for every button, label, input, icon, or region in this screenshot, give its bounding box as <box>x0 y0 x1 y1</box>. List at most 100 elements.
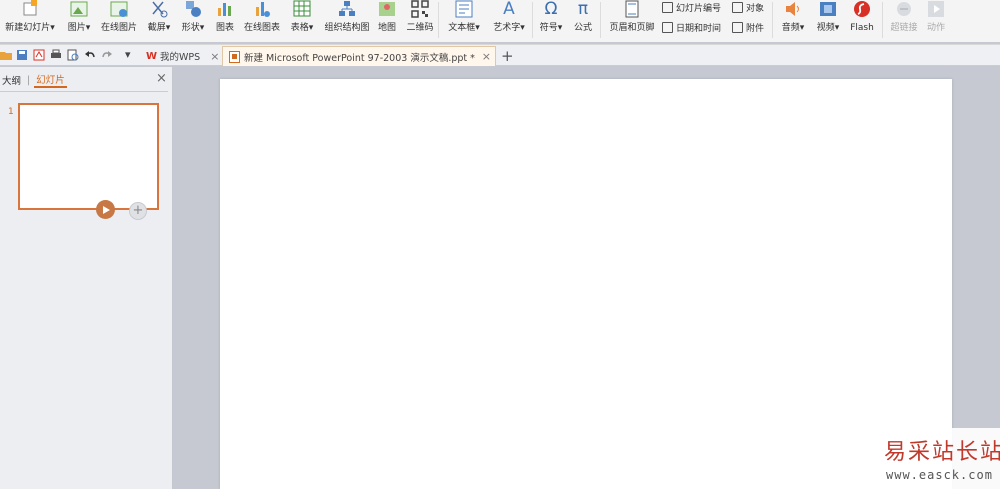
quick-access-menu-icon[interactable]: ▾ <box>125 48 131 61</box>
slide-thumbnail[interactable] <box>18 103 159 210</box>
add-slide-button[interactable]: + <box>129 202 147 220</box>
object-icon <box>732 1 743 13</box>
date-time-button[interactable]: 日期和时间 <box>662 20 721 34</box>
close-icon[interactable]: × <box>210 50 219 63</box>
header-footer-button[interactable]: 页眉和页脚 <box>607 0 657 42</box>
print-icon[interactable] <box>50 49 62 61</box>
tab-presentation[interactable]: 新建 Microsoft PowerPoint 97-2003 演示文稿.ppt… <box>222 46 496 66</box>
video-button[interactable]: 视频▾ <box>813 0 843 42</box>
ribbon-separator <box>438 2 439 38</box>
shapes-label: 形状 <box>181 23 200 33</box>
header-footer-icon <box>625 0 639 18</box>
picture-label: 图片 <box>67 23 86 33</box>
video-icon <box>820 2 836 16</box>
online-chart-button[interactable]: 在线图表 <box>241 0 283 42</box>
close-icon[interactable]: × <box>156 71 167 86</box>
dropdown-caret-icon: ▾ <box>165 23 171 33</box>
hyperlink-icon <box>897 2 911 16</box>
close-icon[interactable]: × <box>482 50 491 63</box>
table-icon <box>293 0 311 17</box>
flash-label: Flash <box>850 23 874 33</box>
object-button[interactable]: 对象 <box>732 0 764 14</box>
slide-canvas[interactable] <box>220 79 952 489</box>
ribbon-separator <box>600 2 601 38</box>
picture-button[interactable]: 图片▾ <box>64 0 94 42</box>
date-time-label: 日期和时间 <box>676 23 722 34</box>
header-footer-label: 页眉和页脚 <box>609 23 655 33</box>
formula-button[interactable]: π 公式 <box>570 0 596 42</box>
open-folder-icon[interactable] <box>0 49 12 61</box>
play-icon[interactable] <box>96 200 115 219</box>
word-art-icon: A <box>503 0 515 19</box>
slide-number-icon <box>662 1 673 13</box>
slide-number-button[interactable]: 幻灯片编号 <box>662 0 721 14</box>
org-chart-label: 组织结构图 <box>324 23 370 33</box>
symbol-label: 符号 <box>539 23 558 33</box>
tab-outline[interactable]: 大纲 <box>0 73 23 87</box>
omega-icon: Ω <box>544 0 558 19</box>
qr-code-button[interactable]: 二维码 <box>404 0 436 42</box>
pi-icon: π <box>577 0 589 19</box>
undo-icon[interactable] <box>84 49 96 61</box>
screenshot-icon <box>152 1 168 18</box>
ribbon-separator <box>532 2 533 38</box>
hyperlink-label: 超链接 <box>890 23 918 33</box>
ribbon-separator <box>772 2 773 38</box>
screenshot-label: 截屏 <box>147 23 166 33</box>
flash-button[interactable]: Flash <box>848 0 876 42</box>
tab-my-wps[interactable]: W 我的WPS × <box>140 46 225 66</box>
watermark-text: 易采站长站 <box>884 440 1000 465</box>
wps-logo-icon: W <box>146 50 158 62</box>
chart-button[interactable]: 图表 <box>214 0 236 42</box>
attachment-icon <box>732 21 743 33</box>
new-slide-button[interactable]: 新建幻灯片▾ <box>2 0 58 42</box>
object-label: 对象 <box>746 3 765 14</box>
new-slide-label: 新建幻灯片 <box>5 23 51 33</box>
qr-code-label: 二维码 <box>406 23 434 33</box>
org-chart-button[interactable]: 组织结构图 <box>322 0 372 42</box>
tab-slides[interactable]: 幻灯片 <box>34 72 67 88</box>
org-chart-icon <box>339 1 355 16</box>
dropdown-caret-icon: ▾ <box>834 23 840 33</box>
hyperlink-button[interactable]: 超链接 <box>888 0 920 42</box>
dropdown-caret-icon: ▾ <box>308 23 314 33</box>
attachment-button[interactable]: 附件 <box>732 20 764 34</box>
text-box-button[interactable]: 文本框▾ <box>444 0 484 42</box>
qr-code-icon <box>411 0 429 18</box>
pane-tab-divider: | <box>27 74 31 86</box>
table-button[interactable]: 表格▾ <box>287 0 317 42</box>
ribbon-separator <box>882 2 883 38</box>
online-picture-button[interactable]: 在线图片 <box>98 0 140 42</box>
new-tab-button[interactable]: + <box>501 47 514 65</box>
dropdown-caret-icon: ▾ <box>520 23 525 33</box>
save-icon[interactable] <box>16 49 28 61</box>
word-art-button[interactable]: A 艺术字▾ <box>489 0 529 42</box>
audio-label: 音频 <box>781 23 800 33</box>
action-icon <box>928 1 944 17</box>
chart-icon <box>218 3 231 16</box>
audio-button[interactable]: 音频▾ <box>778 0 808 42</box>
screenshot-button[interactable]: 截屏▾ <box>144 0 174 42</box>
audio-icon <box>786 2 799 16</box>
dropdown-caret-icon: ▾ <box>557 23 563 33</box>
action-button[interactable]: 动作 <box>924 0 948 42</box>
symbol-button[interactable]: Ω 符号▾ <box>536 0 566 42</box>
export-pdf-icon[interactable] <box>33 49 45 61</box>
new-slide-icon <box>23 0 37 16</box>
slide-number-label: 幻灯片编号 <box>676 3 722 14</box>
text-box-icon <box>455 0 473 18</box>
document-tab-bar: ▾ W 我的WPS × 新建 Microsoft PowerPoint 97-2… <box>0 44 1000 66</box>
dropdown-caret-icon: ▾ <box>85 23 91 33</box>
print-preview-icon[interactable] <box>67 49 79 61</box>
shapes-icon <box>186 1 201 17</box>
online-chart-label: 在线图表 <box>243 23 280 33</box>
tab-presentation-label: 新建 Microsoft PowerPoint 97-2003 演示文稿.ppt… <box>244 52 475 64</box>
ppt-file-icon <box>229 50 240 63</box>
shapes-button[interactable]: 形状▾ <box>178 0 208 42</box>
redo-icon[interactable] <box>101 49 113 61</box>
dropdown-caret-icon: ▾ <box>475 23 480 33</box>
map-label: 地图 <box>377 23 396 33</box>
map-button[interactable]: 地图 <box>376 0 398 42</box>
slides-pane: 大纲 | 幻灯片 × 1 + <box>0 67 173 489</box>
insert-ribbon: 新建幻灯片▾ 图片▾ 在线图片 截屏▾ 形状▾ 图表 在线图表 表格▾ 组织结构… <box>0 0 1000 42</box>
